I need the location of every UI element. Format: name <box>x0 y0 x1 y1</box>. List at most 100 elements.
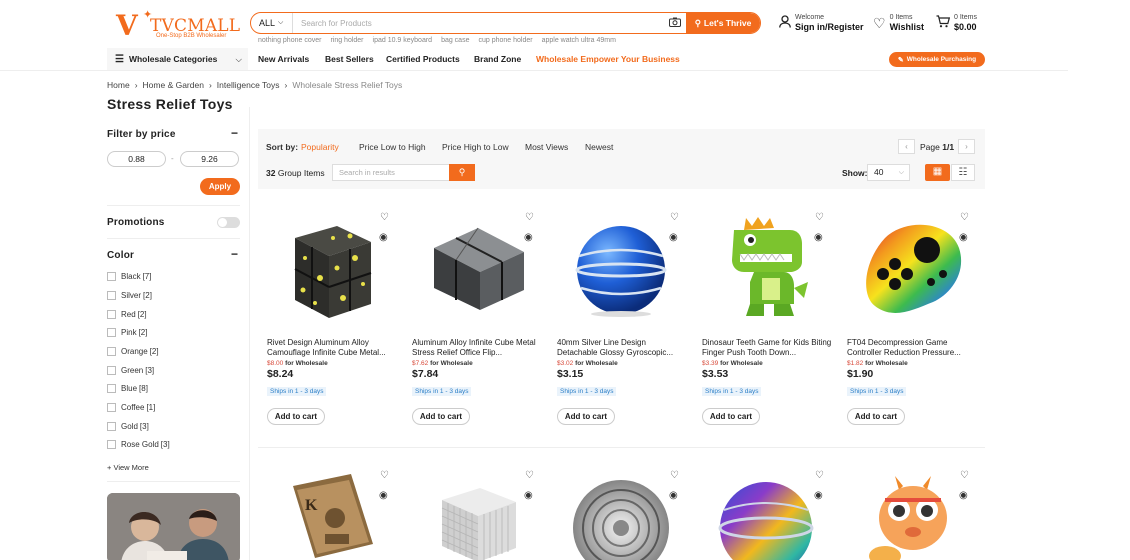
collapse-icon[interactable]: − <box>231 126 238 140</box>
quick-view-eye-icon[interactable]: ◉ <box>814 490 823 501</box>
add-to-cart-button[interactable]: Add to cart <box>557 408 615 425</box>
view-more-link[interactable]: + View More <box>107 463 149 472</box>
search-input[interactable]: Search for Products <box>293 19 664 28</box>
hot-search-link[interactable]: bag case <box>441 37 469 44</box>
nav-empower-business[interactable]: Wholesale Empower Your Business <box>536 54 680 64</box>
nav-brand-zone[interactable]: Brand Zone <box>474 54 521 64</box>
product-image[interactable]: K <box>275 466 387 560</box>
product-image[interactable] <box>710 208 822 320</box>
price-max-input[interactable]: 9.26 <box>180 151 239 167</box>
sort-newest[interactable]: Newest <box>585 142 613 152</box>
color-option[interactable]: Rose Gold [3] <box>107 440 170 449</box>
price-min-input[interactable]: 0.88 <box>107 151 166 167</box>
checkbox[interactable] <box>107 310 116 319</box>
color-option[interactable]: Green [3] <box>107 366 154 375</box>
list-view-button[interactable]: ☷ <box>951 164 975 181</box>
sort-popularity[interactable]: Popularity <box>301 142 339 152</box>
color-option[interactable]: Black [7] <box>107 272 151 281</box>
account-link[interactable]: Welcome Sign in/Register <box>779 14 864 32</box>
product-image[interactable] <box>855 466 967 560</box>
hot-search-link[interactable]: ipad 10.9 keyboard <box>373 37 433 44</box>
next-page-button[interactable]: › <box>958 139 975 154</box>
wishlist-link[interactable]: ♡ 0 Items Wishlist <box>873 14 924 32</box>
product-image[interactable] <box>710 466 822 560</box>
product-name[interactable]: Rivet Design Aluminum Alloy Camouflage I… <box>267 338 397 357</box>
hot-search-link[interactable]: apple watch ultra 49mm <box>542 37 616 44</box>
promo-banner-image[interactable] <box>107 493 240 560</box>
wishlist-heart-icon[interactable]: ♡ <box>525 470 534 481</box>
sort-most-views[interactable]: Most Views <box>525 142 568 152</box>
checkbox[interactable] <box>107 272 116 281</box>
product-image[interactable] <box>565 466 677 560</box>
grid-view-button[interactable]: ▦ <box>925 164 950 181</box>
wholesale-purchasing-button[interactable]: ✎ Wholesale Purchasing <box>889 52 985 67</box>
checkbox[interactable] <box>107 384 116 393</box>
product-image[interactable] <box>420 466 532 560</box>
search-in-results-button[interactable]: ⚲ <box>449 164 475 181</box>
quick-view-eye-icon[interactable]: ◉ <box>524 490 533 501</box>
breadcrumb-home[interactable]: Home <box>107 80 130 90</box>
color-option[interactable]: Orange [2] <box>107 347 159 356</box>
add-to-cart-button[interactable]: Add to cart <box>267 408 325 425</box>
search-button[interactable]: ⚲ Let's Thrive <box>686 13 760 33</box>
product-name[interactable]: Aluminum Alloy Infinite Cube Metal Stres… <box>412 338 542 357</box>
quick-view-eye-icon[interactable]: ◉ <box>379 232 388 243</box>
sort-price-high-low[interactable]: Price High to Low <box>442 142 509 152</box>
wishlist-heart-icon[interactable]: ♡ <box>380 470 389 481</box>
product-card[interactable]: ♡ ◉ 40mm Silver Line Design Detachable G… <box>557 208 687 425</box>
cart-link[interactable]: 0 Items $0.00 <box>936 14 977 32</box>
product-card[interactable]: ♡ ◉ Aluminum Alloy Infinite Cube Metal S… <box>412 208 542 425</box>
product-image[interactable] <box>855 208 967 320</box>
quick-view-eye-icon[interactable]: ◉ <box>959 232 968 243</box>
product-card[interactable]: ♡ ◉ <box>557 466 687 560</box>
checkbox[interactable] <box>107 440 116 449</box>
color-option[interactable]: Pink [2] <box>107 328 147 337</box>
checkbox[interactable] <box>107 291 116 300</box>
nav-new-arrivals[interactable]: New Arrivals <box>258 54 309 64</box>
wishlist-heart-icon[interactable]: ♡ <box>960 212 969 223</box>
breadcrumb-intelligence-toys[interactable]: Intelligence Toys <box>217 80 280 90</box>
color-option[interactable]: Blue [8] <box>107 384 148 393</box>
wishlist-heart-icon[interactable]: ♡ <box>815 212 824 223</box>
product-card[interactable]: ♡ ◉ FT04 Decompression Game Controller R… <box>847 208 977 425</box>
quick-view-eye-icon[interactable]: ◉ <box>959 490 968 501</box>
nav-best-sellers[interactable]: Best Sellers <box>325 54 374 64</box>
add-to-cart-button[interactable]: Add to cart <box>847 408 905 425</box>
wishlist-heart-icon[interactable]: ♡ <box>670 470 679 481</box>
hot-search-link[interactable]: ring holder <box>330 37 363 44</box>
checkbox[interactable] <box>107 422 116 431</box>
hot-search-link[interactable]: nothing phone cover <box>258 37 321 44</box>
apply-price-button[interactable]: Apply <box>200 178 240 195</box>
search-scope-select[interactable]: ALL ⌵ <box>251 13 293 33</box>
color-option[interactable]: Red [2] <box>107 310 147 319</box>
product-card[interactable]: ♡ ◉ Dinosaur Teeth Game for Kids Biting … <box>702 208 832 425</box>
quick-view-eye-icon[interactable]: ◉ <box>524 232 533 243</box>
wishlist-heart-icon[interactable]: ♡ <box>380 212 389 223</box>
product-card[interactable]: ♡ ◉ <box>702 466 832 560</box>
wishlist-heart-icon[interactable]: ♡ <box>815 470 824 481</box>
checkbox[interactable] <box>107 347 116 356</box>
nav-certified-products[interactable]: Certified Products <box>386 54 460 64</box>
add-to-cart-button[interactable]: Add to cart <box>702 408 760 425</box>
product-card[interactable]: ♡ ◉ <box>847 466 977 560</box>
sort-price-low-high[interactable]: Price Low to High <box>359 142 426 152</box>
promotions-toggle[interactable] <box>217 217 240 228</box>
wishlist-heart-icon[interactable]: ♡ <box>525 212 534 223</box>
categories-menu[interactable]: ☰ Wholesale Categories ⌵ <box>107 48 248 70</box>
product-name[interactable]: FT04 Decompression Game Controller Reduc… <box>847 338 977 357</box>
product-card[interactable]: ♡ ◉ Rivet Design Aluminum Alloy Camoufla… <box>267 208 397 425</box>
breadcrumb-home-garden[interactable]: Home & Garden <box>143 80 204 90</box>
checkbox[interactable] <box>107 366 116 375</box>
quick-view-eye-icon[interactable]: ◉ <box>669 490 678 501</box>
product-image[interactable] <box>565 208 677 320</box>
search-in-results-input[interactable]: Search in results <box>332 164 450 181</box>
prev-page-button[interactable]: ‹ <box>898 139 915 154</box>
product-card[interactable]: ♡ ◉ <box>412 466 542 560</box>
color-option[interactable]: Gold [3] <box>107 422 149 431</box>
product-image[interactable] <box>275 208 387 320</box>
add-to-cart-button[interactable]: Add to cart <box>412 408 470 425</box>
checkbox[interactable] <box>107 403 116 412</box>
wishlist-heart-icon[interactable]: ♡ <box>670 212 679 223</box>
quick-view-eye-icon[interactable]: ◉ <box>814 232 823 243</box>
product-card[interactable]: K ♡ ◉ <box>267 466 397 560</box>
